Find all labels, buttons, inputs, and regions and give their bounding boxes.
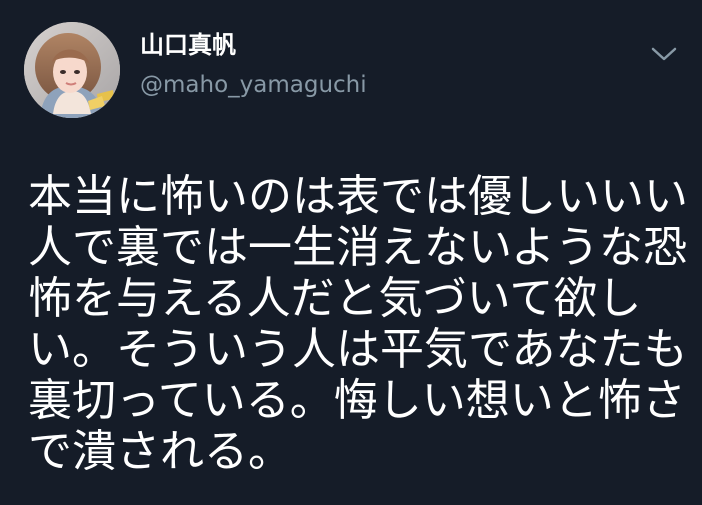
display-name[interactable]: 山口真帆 — [140, 30, 236, 60]
tweet-text-line: い。そういう人は平気であなたも — [28, 324, 688, 375]
tweet-card: 山口真帆 @maho_yamaguchi 本当に怖いのは表では優しいいい 人で裏… — [0, 0, 702, 505]
avatar[interactable] — [24, 22, 120, 118]
tweet-text: 本当に怖いのは表では優しいいい 人で裏では一生消えないような恐 怖を与える人だと… — [28, 171, 688, 477]
tweet-text-line: 怖を与える人だと気づいて欲し — [28, 273, 642, 324]
tweet-text-line: 人で裏では一生消えないような恐 — [28, 222, 688, 273]
profile-photo-icon — [24, 22, 120, 118]
tweet-text-line: 裏切っている。悔しい想いと怖さ — [28, 375, 686, 426]
tweet-text-line: 本当に怖いのは表では優しいいい — [28, 171, 688, 222]
chevron-down-icon[interactable] — [650, 44, 678, 64]
user-handle[interactable]: @maho_yamaguchi — [140, 71, 367, 99]
tweet-text-line: で潰される。 — [28, 426, 292, 477]
